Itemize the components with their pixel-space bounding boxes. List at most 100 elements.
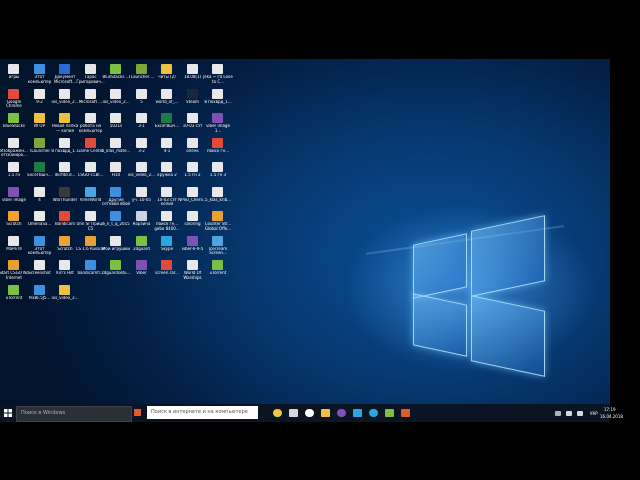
desktop-icon[interactable]: MaPe III — [2, 234, 26, 258]
desktop-icon[interactable]: coloring — [181, 209, 205, 233]
desktop-icon[interactable]: 5_klas_krib... — [205, 185, 231, 209]
desktop-icon[interactable]: Excel'Вшч... — [155, 111, 179, 135]
desktop-icon[interactable]: NPSU_Chern... — [178, 185, 207, 209]
desktop-icon[interactable]: World Of Warships — [181, 258, 205, 282]
desktop-icon[interactable]: Steam — [181, 87, 205, 111]
desktop-icon[interactable]: уч. 10-05 — [130, 185, 154, 209]
folder-icon[interactable] — [321, 409, 330, 417]
desktop-icon[interactable]: VimeWorld — [79, 185, 103, 209]
desktop-icon[interactable]: Game Center — [77, 136, 104, 160]
desktop-icon[interactable]: 1.5 гн 2 — [181, 160, 205, 184]
start-button[interactable] — [0, 404, 16, 422]
chrome-icon[interactable] — [273, 409, 282, 417]
desktop-icon[interactable]: 5_klas_mate... — [102, 136, 130, 160]
desktop-icon[interactable]: Excel'Вшч... — [27, 160, 52, 184]
desktop-icon[interactable]: 5_n_t_q_2015 — [102, 209, 130, 233]
desktop-icon[interactable]: Этот компьютер — [28, 62, 52, 86]
desktop-icon[interactable]: ios_video_2... — [52, 87, 78, 111]
clock-date[interactable]: 16.04.2018 — [600, 414, 623, 419]
desktop-icon[interactable]: viber image — [2, 185, 26, 209]
desktop-icon[interactable]: BlueStacks — [2, 111, 26, 135]
desktop-icon[interactable]: поиск гн... — [206, 136, 230, 160]
task-view-button[interactable] — [133, 404, 143, 422]
desktop-icon[interactable]: Этот компьютер — [28, 234, 52, 258]
desktop-icon[interactable]: ИГОР — [28, 111, 52, 135]
desktop-icon[interactable]: 5 — [130, 87, 154, 111]
desktop-icon[interactable]: Start CSGO No Internet — [0, 258, 29, 282]
desktop-icon[interactable]: 10-03 сзт — [181, 111, 205, 135]
network-icon[interactable] — [566, 411, 572, 416]
web-search-input[interactable]: Поиск в интернете и на компьютере — [147, 406, 258, 419]
desktop-icon[interactable]: CSGO-r.LBl... — [78, 160, 103, 184]
desktop-icon[interactable]: Kirl's Hilt — [53, 258, 77, 282]
desktop-icon[interactable]: TLauncher ... — [128, 62, 155, 86]
desktop-icon[interactable]: BlueStacks ... — [102, 62, 130, 86]
desktop-icon[interactable]: zdguardsetu... — [102, 258, 130, 282]
desktop-icon[interactable]: 10-03 сзт копия — [155, 185, 179, 209]
desktop-icon[interactable]: uTorrent — [206, 258, 230, 282]
desktop-icon[interactable]: viber-6-9-5 — [181, 234, 205, 258]
desktop-icon[interactable]: TLauncher — [28, 136, 52, 160]
desktop-icon[interactable]: 3-2 — [130, 136, 154, 160]
desktop-icon[interactable]: screen.rar... — [155, 258, 179, 282]
desktop-icon[interactable]: 2dguard — [130, 234, 154, 258]
desktop-icon[interactable]: bandicamfl... — [77, 258, 104, 282]
desktop-icon[interactable]: поиск гн... gebo 8400... — [154, 209, 180, 233]
desktop-icon[interactable]: 1.5 гн 3 — [206, 160, 230, 184]
desktop-icon[interactable]: H10 — [104, 160, 128, 184]
desktop-icon[interactable]: uTorrent — [2, 283, 26, 307]
desktop-icon[interactable]: 18.08(1) — [181, 62, 205, 86]
desktop-icon[interactable]: Skype — [155, 234, 179, 258]
desktop-icon[interactable]: Scratch — [53, 234, 77, 258]
desktop-icon[interactable]: CS 1.6 Russian — [76, 234, 105, 258]
desktop-icon[interactable]: 1.5 гн — [2, 160, 26, 184]
desktop-icon[interactable]: Unn Sr Прице С5 — [76, 209, 105, 233]
desktop-icon[interactable]: dkrfdd.d... — [53, 160, 77, 184]
desktop-icon[interactable]: Google Chrome — [2, 87, 26, 111]
desktop-icon[interactable]: 8 похврд_1... — [204, 87, 232, 111]
desktop-icon[interactable]: Screenshot — [28, 258, 52, 282]
desktop-icon[interactable]: Тарас Григорович... — [76, 62, 105, 86]
desktop-icon[interactable]: WarThunder — [53, 185, 77, 209]
store-icon[interactable] — [289, 409, 298, 417]
desktop-icon[interactable]: кружка 2 — [155, 160, 179, 184]
desktop-icon[interactable]: 5021s — [104, 111, 128, 135]
desktop-icon[interactable]: 8 похврд_1... — [51, 136, 79, 160]
desktop-icon[interactable]: Документ Microsoft... — [53, 62, 77, 86]
desktop-icon[interactable]: viber image 1... — [206, 111, 230, 135]
language-indicator[interactable]: УКР — [590, 411, 598, 416]
bandicam-icon[interactable] — [401, 409, 410, 417]
desktop-icon[interactable]: 4 — [28, 185, 52, 209]
desktop-icon[interactable]: читы (2) — [155, 62, 179, 86]
desktop-icon[interactable]: Изображен... отсканиро... — [0, 136, 28, 160]
desktop-icon[interactable]: Microsoft ... — [79, 87, 103, 111]
skype-icon[interactable] — [369, 409, 378, 417]
desktop-icon[interactable]: ios_video_2... — [103, 87, 129, 111]
clock-time[interactable]: 17:19 — [604, 407, 616, 412]
desktop-icon[interactable]: world_of_... — [155, 87, 179, 111]
desktop-icon[interactable]: Новая папка — копия — [52, 111, 78, 135]
desktop-icon[interactable]: 9-2 — [28, 87, 52, 111]
desktop-icon[interactable]: Scratch — [2, 209, 26, 233]
desktop-icon[interactable]: 4-1 — [155, 136, 179, 160]
desktop-icon[interactable]: ios_video_2... — [52, 283, 78, 307]
desktop-icon[interactable]: Icecream Screen... — [206, 234, 230, 258]
desktop-icon[interactable]: Counter Str... Global Offe... — [205, 209, 231, 233]
desktop-icon[interactable]: робота на компьютер — [79, 111, 103, 135]
desktop-icon[interactable]: OmenaSa... — [28, 209, 52, 233]
desktop-icon[interactable]: опенк — [181, 136, 205, 160]
media-icon[interactable] — [305, 409, 314, 417]
desktop-icon[interactable]: Мои игрушки — [102, 234, 130, 258]
desktop-icon[interactable]: ios_video_2... — [128, 160, 155, 184]
desktop-icon[interactable]: Bandicam — [53, 209, 77, 233]
tray-arrow-icon[interactable] — [555, 411, 561, 416]
desktop-icon[interactable]: Viber — [130, 258, 154, 282]
desktop-icon[interactable]: Корзина — [130, 209, 154, 233]
desktop-icon[interactable]: Другие сетевой вбой — [102, 185, 130, 209]
vimeworld-icon[interactable] — [353, 409, 362, 417]
desktop-icon[interactable]: 3-1 — [130, 111, 154, 135]
tlauncher-icon[interactable] — [385, 409, 394, 417]
desktop-icon[interactable]: игры — [2, 62, 26, 86]
desktop-icon[interactable]: PixBF.5J5... — [28, 283, 52, 307]
desktop-icon[interactable]: Jeka ~ I'd Love to C... — [203, 62, 233, 86]
